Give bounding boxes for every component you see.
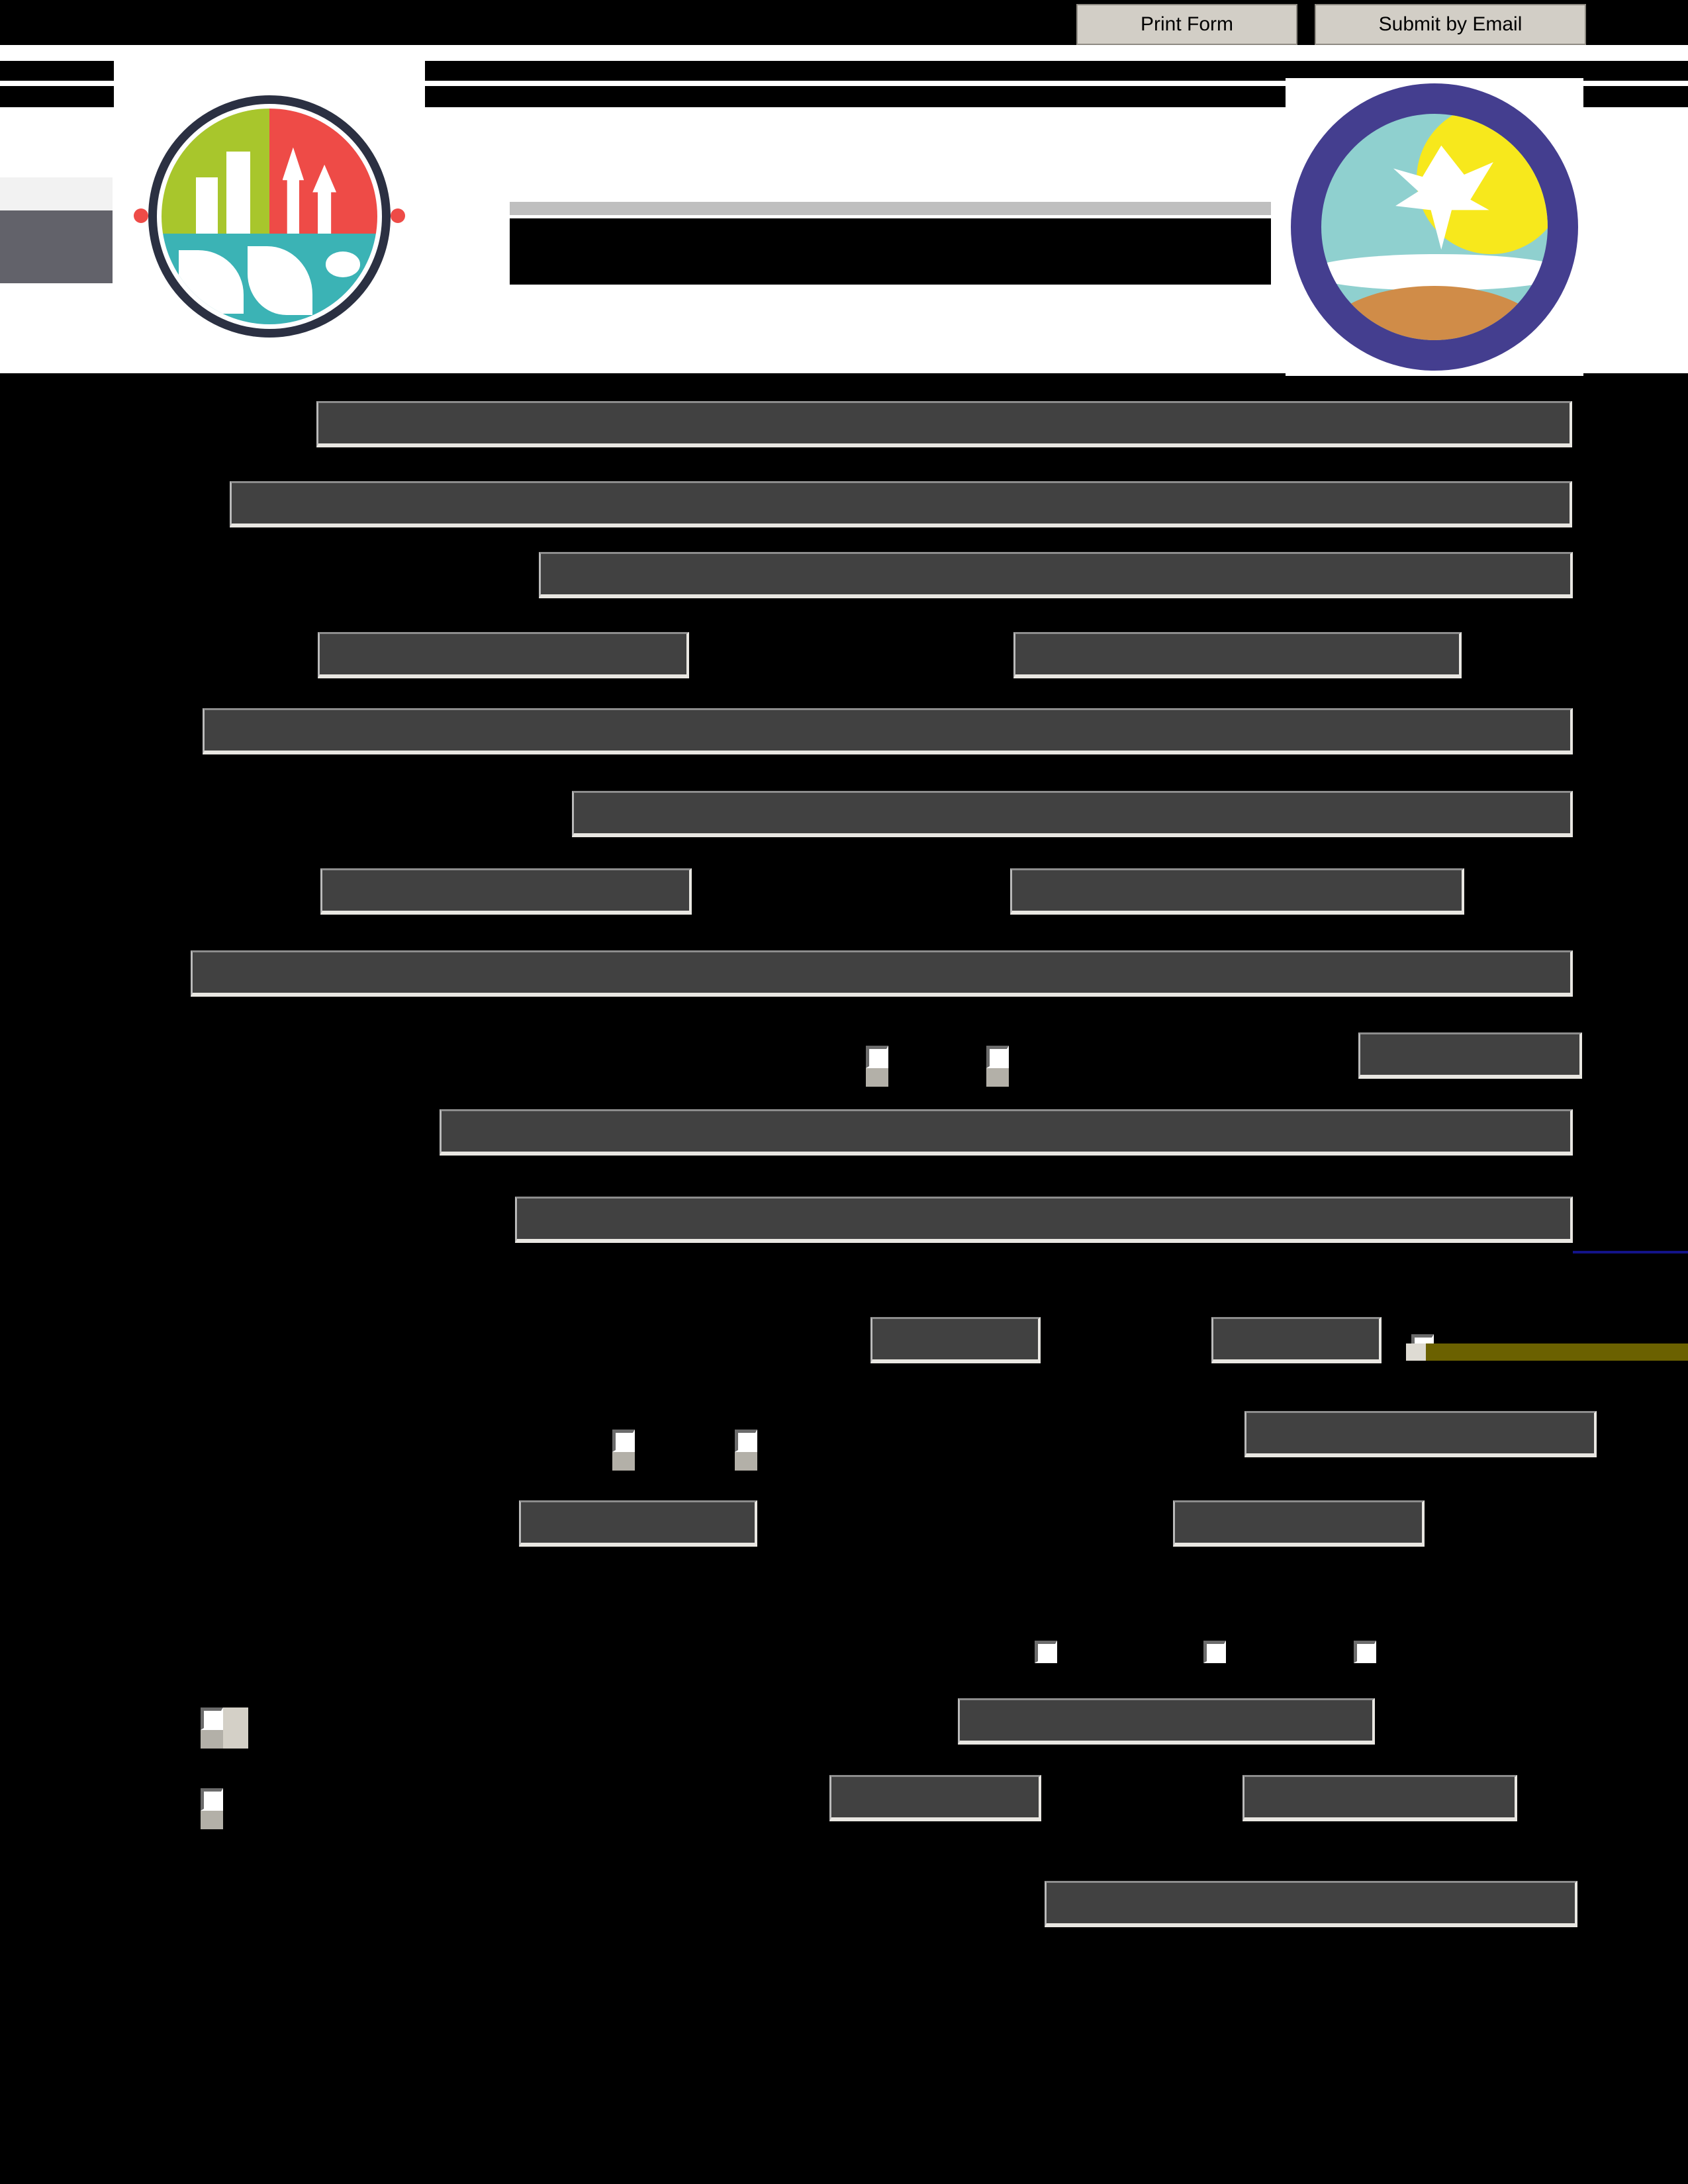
form-text-field[interactable] [1244, 1411, 1597, 1457]
form-text-field[interactable] [515, 1197, 1573, 1243]
rule-olive [1425, 1343, 1688, 1361]
form-checkbox[interactable] [986, 1046, 1009, 1068]
cra-seal-disc [120, 68, 418, 365]
cra-palm-icon-1 [179, 250, 244, 314]
form-title-underlay [510, 202, 1271, 215]
form-text-field[interactable] [539, 552, 1573, 598]
form-text-field[interactable] [191, 950, 1573, 997]
form-text-field[interactable] [958, 1698, 1375, 1745]
form-text-field[interactable] [829, 1775, 1041, 1821]
form-text-field[interactable] [1010, 868, 1464, 915]
form-checkbox[interactable] [201, 1707, 223, 1730]
form-checkbox[interactable] [612, 1430, 635, 1452]
left-gray-highlight [0, 177, 113, 210]
form-text-field[interactable] [1358, 1032, 1582, 1079]
form-text-field[interactable] [519, 1500, 757, 1547]
checkbox-shadow [201, 1730, 223, 1749]
form-checkbox[interactable] [735, 1430, 757, 1452]
form-text-field[interactable] [1173, 1500, 1425, 1547]
cra-dot-left [134, 208, 148, 223]
form-text-field[interactable] [320, 868, 692, 915]
cra-teal-quadrant [162, 234, 377, 324]
form-text-field[interactable] [1013, 632, 1462, 678]
form-text-field[interactable] [1045, 1881, 1577, 1927]
form-checkbox[interactable] [1354, 1641, 1376, 1663]
checkbox-shadow [612, 1452, 635, 1471]
city-wave-icon [1321, 254, 1548, 291]
olive-rule-endcap [1406, 1343, 1426, 1361]
city-seal-disc [1291, 83, 1578, 371]
checkbox-adjacent-block [223, 1707, 248, 1749]
cra-palm-icon-2 [248, 246, 313, 316]
cra-sun-icon [325, 251, 360, 277]
form-text-field[interactable] [203, 708, 1573, 754]
form-checkbox[interactable] [1203, 1641, 1226, 1663]
cra-logo [114, 61, 425, 372]
form-text-field[interactable] [318, 632, 689, 678]
checkbox-shadow [866, 1068, 888, 1087]
checkbox-shadow [201, 1811, 223, 1829]
rule-blue [1573, 1251, 1688, 1253]
city-logo [1286, 78, 1583, 376]
form-text-field[interactable] [870, 1317, 1041, 1363]
form-checkbox[interactable] [201, 1788, 223, 1811]
header-white-strip-top [0, 45, 1688, 61]
form-text-field[interactable] [1211, 1317, 1382, 1363]
city-sand-icon [1321, 285, 1548, 340]
form-checkbox[interactable] [1035, 1641, 1057, 1663]
city-seal-inner [1321, 114, 1548, 340]
form-title-redacted [510, 218, 1271, 285]
checkbox-shadow [986, 1068, 1009, 1087]
top-toolbar: Print Form Submit by Email [0, 0, 1688, 45]
cra-bar-icon-2 [226, 152, 250, 234]
cra-bar-icon-1 [196, 177, 218, 234]
submit-by-email-button[interactable]: Submit by Email [1315, 4, 1586, 45]
form-checkbox[interactable] [866, 1046, 888, 1068]
cra-dot-right [391, 208, 405, 223]
form-text-field[interactable] [230, 481, 1572, 527]
form-text-field[interactable] [440, 1109, 1573, 1156]
print-form-button[interactable]: Print Form [1076, 4, 1297, 45]
form-text-field[interactable] [572, 791, 1573, 837]
checkbox-shadow [735, 1452, 757, 1471]
cra-seal-inner [162, 109, 377, 324]
left-gray-block [0, 210, 113, 283]
form-text-field[interactable] [1243, 1775, 1517, 1821]
form-text-field[interactable] [316, 401, 1572, 447]
